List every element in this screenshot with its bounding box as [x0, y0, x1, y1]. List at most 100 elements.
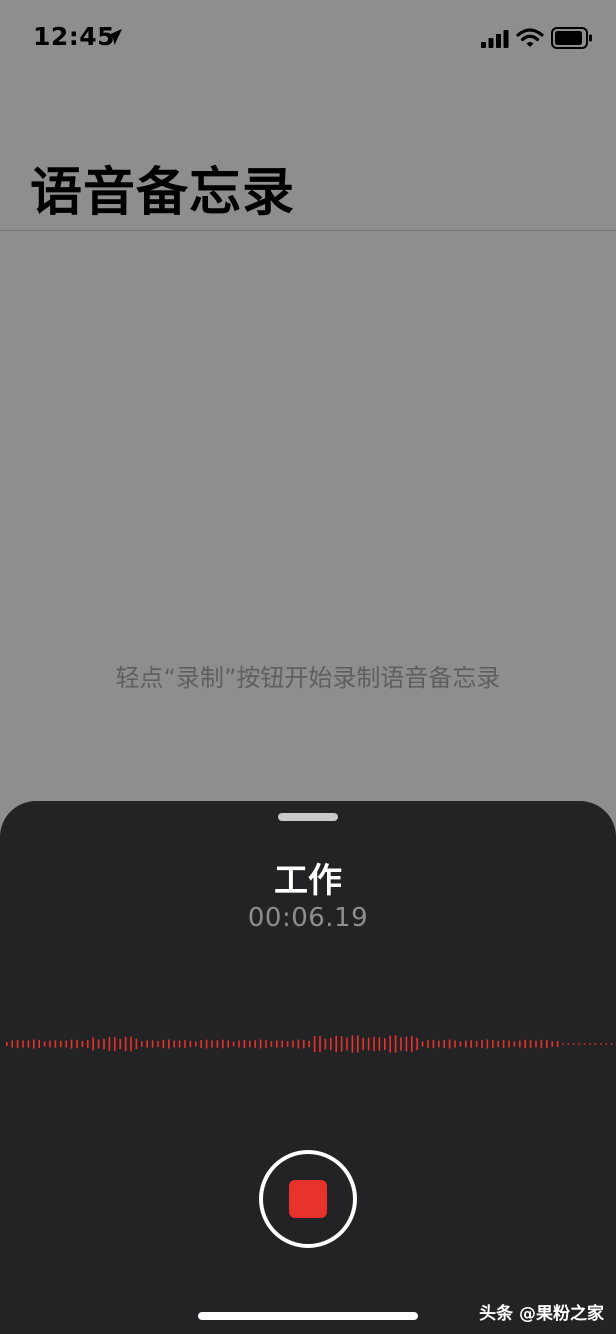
waveform-bar [297, 1039, 300, 1049]
location-arrow-icon [106, 29, 122, 45]
waveform-bar [178, 1040, 181, 1048]
waveform-bar [324, 1038, 327, 1050]
sheet-drag-handle[interactable] [278, 813, 338, 821]
waveform-bar [135, 1038, 138, 1050]
waveform-bar [389, 1035, 391, 1053]
page-title: 语音备忘录 [30, 163, 296, 223]
waveform-bar [249, 1040, 251, 1048]
waveform-bar [168, 1039, 170, 1049]
waveform-bar [33, 1039, 35, 1049]
waveform-bar [335, 1035, 337, 1053]
waveform-bar [43, 1041, 46, 1047]
waveform-bar [184, 1040, 186, 1048]
stop-recording-button[interactable] [259, 1150, 357, 1248]
waveform-bar [270, 1041, 273, 1047]
waveform-bar [103, 1038, 105, 1050]
waveform-bar [535, 1040, 537, 1048]
waveform-bar [22, 1040, 24, 1048]
watermark: 头条 @果粉之家 [479, 1304, 604, 1324]
waveform-bar [6, 1042, 8, 1046]
waveform-bar [292, 1040, 294, 1048]
waveform-bar [54, 1040, 57, 1048]
waveform-bar [362, 1037, 364, 1051]
waveform-bar [340, 1036, 343, 1052]
waveform-bar [38, 1040, 40, 1048]
recording-title[interactable]: 工作 [0, 853, 616, 902]
waveform-bar [108, 1036, 111, 1051]
waveform-bar [475, 1040, 478, 1047]
waveform-bar [92, 1037, 94, 1051]
waveform-bar [513, 1041, 516, 1047]
waveform-bar [583, 1043, 586, 1045]
stop-icon [289, 1180, 327, 1218]
waveform-bar [367, 1037, 370, 1051]
home-indicator[interactable] [198, 1312, 418, 1320]
waveform-bar [65, 1040, 67, 1048]
waveform-bar [421, 1041, 424, 1047]
waveform-bar [124, 1036, 127, 1052]
waveform-bar [465, 1040, 467, 1048]
waveform-bar [357, 1035, 359, 1053]
waveform-bar [524, 1039, 526, 1049]
waveform-bar [605, 1043, 607, 1045]
waveform-bar [195, 1041, 197, 1047]
waveform-bar [400, 1037, 402, 1051]
waveform-bar [394, 1035, 397, 1053]
waveform-bar [308, 1040, 310, 1048]
waveform-bar [470, 1040, 472, 1048]
waveform-bar [157, 1041, 159, 1047]
waveform-bar [286, 1041, 289, 1047]
waveform-bar [578, 1043, 580, 1045]
waveform-bar [162, 1039, 165, 1049]
waveform-bar [497, 1040, 499, 1048]
waveform-bar [492, 1040, 494, 1048]
waveform-bar [502, 1040, 505, 1048]
waveform-bar [443, 1040, 445, 1048]
waveform-bar [432, 1039, 435, 1049]
waveform-bar [27, 1040, 30, 1048]
waveform-bar [16, 1039, 19, 1049]
waveform-bar [589, 1043, 591, 1045]
waveform-bar [254, 1040, 256, 1048]
battery-icon [551, 27, 592, 49]
waveform-bar [567, 1043, 570, 1045]
title-divider [0, 230, 616, 231]
waveform-bar [529, 1040, 532, 1048]
waveform-bar [540, 1039, 543, 1049]
waveform-bar [319, 1036, 321, 1052]
waveform-bar [97, 1039, 100, 1049]
waveform-bar [76, 1039, 78, 1049]
waveform-bar [610, 1043, 613, 1045]
waveform-bar [81, 1041, 84, 1047]
waveform-bar [259, 1039, 262, 1049]
waveform-bar [216, 1040, 219, 1048]
waveform-bar [222, 1039, 224, 1049]
waveform-bar [346, 1037, 348, 1051]
waveform-bar [378, 1037, 381, 1051]
waveform-bar [205, 1039, 208, 1049]
waveform-bar [600, 1043, 602, 1045]
waveform-bar [130, 1036, 132, 1052]
status-time: 12:45 [33, 22, 116, 51]
waveform-bar [454, 1040, 456, 1048]
waveform-bar [405, 1036, 408, 1052]
waveform-bar [481, 1040, 483, 1048]
waveform-bar [70, 1039, 73, 1049]
waveform-bar [189, 1040, 192, 1048]
recording-elapsed-time: 00:06.19 [247, 903, 369, 933]
waveform-bar [416, 1037, 418, 1051]
waveform-bar [313, 1035, 316, 1053]
waveform-bar [556, 1041, 559, 1047]
recording-sheet: 工作 00:06.19 头条 @果粉之家 [0, 801, 616, 1334]
waveform-bar [151, 1040, 154, 1048]
waveform-bar [519, 1040, 521, 1048]
waveform-bar [11, 1040, 13, 1048]
waveform-bar [330, 1037, 332, 1051]
waveform-bar [114, 1037, 116, 1051]
waveform-bar [459, 1041, 462, 1047]
waveform-bar [351, 1035, 354, 1053]
waveform-bar [60, 1040, 62, 1048]
waveform-bar [227, 1040, 229, 1048]
empty-state-hint: 轻点“录制”按钮开始录制语音备忘录 [115, 664, 501, 692]
waveform-bar [486, 1039, 489, 1049]
